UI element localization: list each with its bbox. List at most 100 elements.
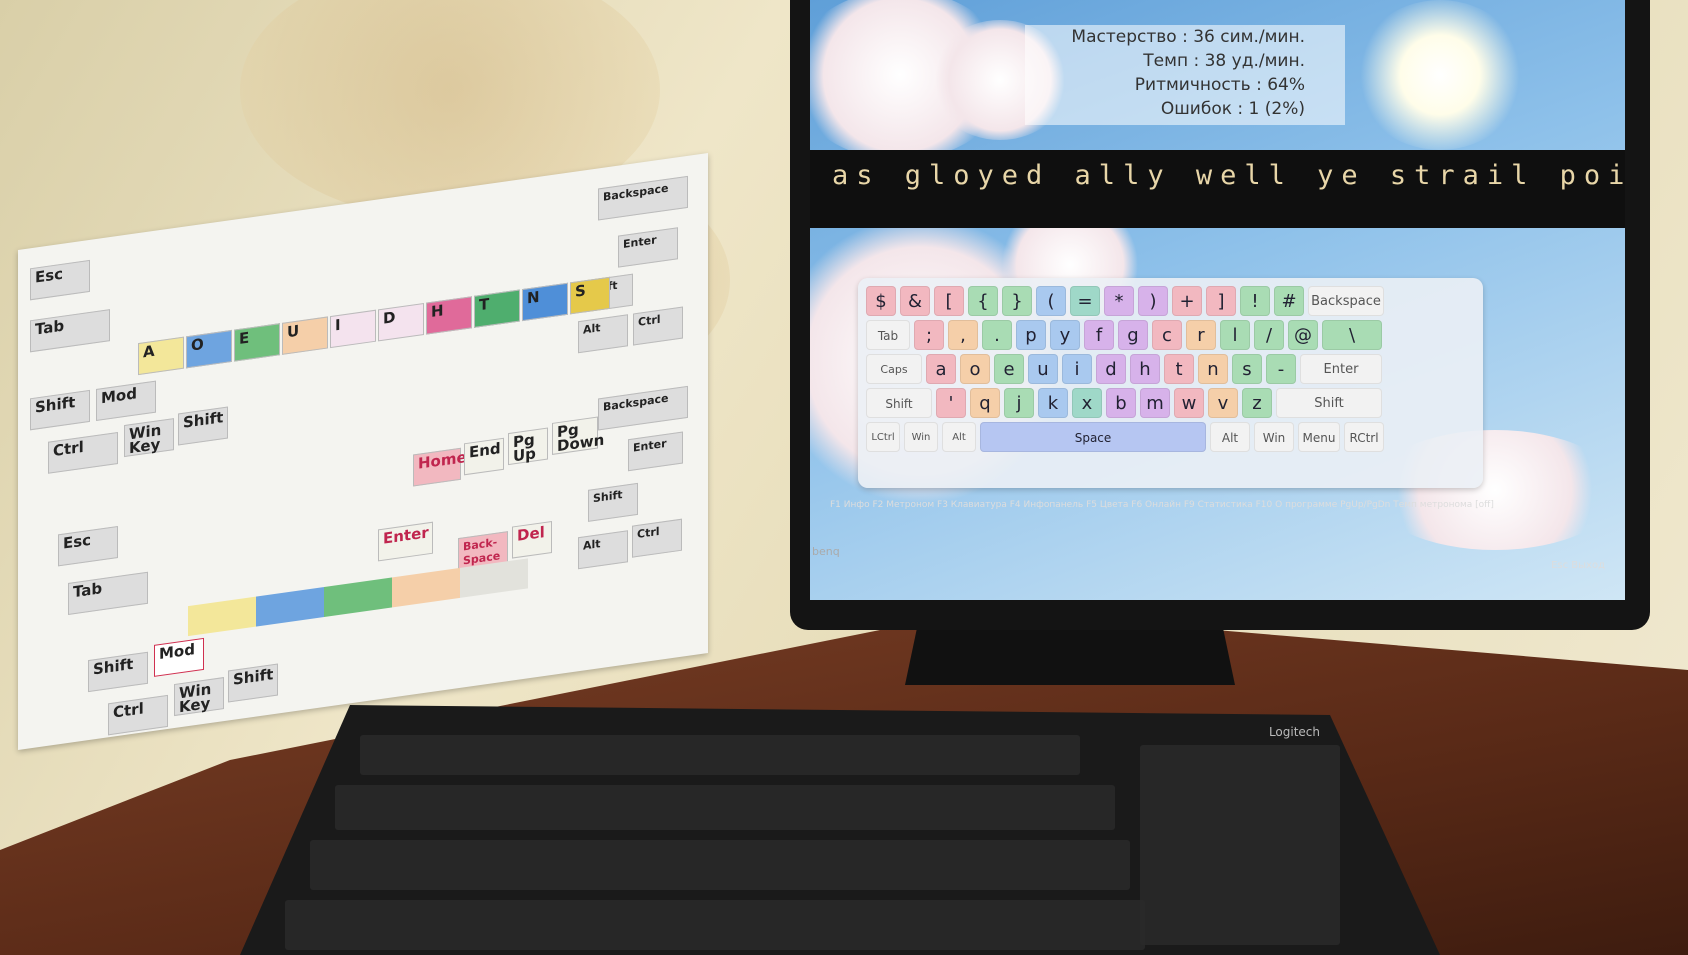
typing-trainer-screen: Мастерство : 36 сим./мин. Темп : 38 уд./… bbox=[810, 0, 1625, 600]
vkey-lctrl: LCtrl bbox=[866, 422, 900, 452]
chart-home-key: H bbox=[426, 296, 472, 335]
stat-mastery: Мастерство : 36 сим./мин. bbox=[1071, 27, 1305, 47]
chart-key: Tab bbox=[68, 571, 148, 615]
chart-home-key: I bbox=[330, 309, 376, 349]
chart-key: Alt bbox=[578, 530, 628, 570]
keyboard-brand-logo: Logitech bbox=[1268, 725, 1320, 739]
chart-home-key: S bbox=[570, 276, 610, 315]
vkey: p bbox=[1016, 320, 1046, 350]
vkey: t bbox=[1164, 354, 1194, 384]
vkey-shift-left: Shift bbox=[866, 388, 932, 418]
chart-home-key: O bbox=[186, 329, 232, 369]
chart-key: Alt bbox=[578, 314, 628, 354]
keyboard-key-block bbox=[360, 735, 1080, 775]
vkey: = bbox=[1070, 286, 1100, 316]
vkey: r bbox=[1186, 320, 1216, 350]
keyboard-key-block bbox=[335, 785, 1115, 830]
vkey: m bbox=[1140, 388, 1170, 418]
vkey: ) bbox=[1138, 286, 1168, 316]
vkey: e bbox=[994, 354, 1024, 384]
vkey-enter: Enter bbox=[1300, 354, 1382, 384]
chart-key: Shift bbox=[178, 406, 228, 446]
monitor: Мастерство : 36 сим./мин. Темп : 38 уд./… bbox=[790, 0, 1650, 630]
chart-key: End bbox=[464, 437, 504, 476]
chart-key: Del bbox=[512, 520, 552, 559]
vkey: { bbox=[968, 286, 998, 316]
vkey-backspace: Backspace bbox=[1308, 286, 1384, 316]
stat-tempo: Темп : 38 уд./мин. bbox=[1143, 51, 1305, 71]
sun bbox=[1355, 0, 1525, 150]
chart-home-key: E bbox=[234, 323, 280, 362]
monitor-brand-logo: benq bbox=[812, 545, 840, 558]
vkey-space: Space bbox=[980, 422, 1206, 452]
vkey: s bbox=[1232, 354, 1262, 384]
chart-key: Shift bbox=[228, 663, 278, 703]
vkey: i bbox=[1062, 354, 1092, 384]
chart-key: Backspace bbox=[598, 385, 688, 431]
chart-key: Esc bbox=[58, 525, 118, 567]
chart-key: Tab bbox=[30, 309, 110, 353]
vkey: n bbox=[1198, 354, 1228, 384]
stats-panel: Мастерство : 36 сим./мин. Темп : 38 уд./… bbox=[1025, 25, 1345, 125]
chart-key: Home bbox=[413, 447, 467, 487]
vkey: b bbox=[1106, 388, 1136, 418]
vkey: f bbox=[1084, 320, 1114, 350]
vkey: & bbox=[900, 286, 930, 316]
chart-color-strip bbox=[188, 558, 528, 637]
function-key-bar: F1 Инфо F2 Метроном F3 Клавиатура F4 Инф… bbox=[830, 500, 1494, 510]
vkey-win-left: Win bbox=[904, 422, 938, 452]
vkey-menu: Menu bbox=[1298, 422, 1340, 452]
vkey: ( bbox=[1036, 286, 1066, 316]
esc-exit-label: Esc Выход bbox=[1551, 560, 1605, 571]
stat-errors: Ошибок : 1 (2%) bbox=[1160, 99, 1305, 119]
vkey: l bbox=[1220, 320, 1250, 350]
stat-rhythm: Ритмичность : 64% bbox=[1134, 75, 1305, 95]
chart-key: Enter bbox=[378, 521, 433, 562]
chart-key: Win Key bbox=[174, 677, 224, 716]
chart-home-key: U bbox=[282, 316, 328, 355]
vkey: c bbox=[1152, 320, 1182, 350]
chart-home-key: A bbox=[138, 336, 184, 376]
vkey: z bbox=[1242, 388, 1272, 418]
chart-key: Shift bbox=[588, 482, 638, 522]
chart-key: Win Key bbox=[124, 418, 174, 457]
vkey: u bbox=[1028, 354, 1058, 384]
vkey: j bbox=[1004, 388, 1034, 418]
vkey-rctrl: RCtrl bbox=[1344, 422, 1384, 452]
vkey: } bbox=[1002, 286, 1032, 316]
vkey: [ bbox=[934, 286, 964, 316]
typing-text-line: as gloyed ally well ye strail pointo bbox=[810, 150, 1625, 228]
chart-home-key: N bbox=[522, 282, 568, 322]
chart-key: Enter bbox=[628, 431, 683, 472]
vkey: , bbox=[948, 320, 978, 350]
chart-key: Shift bbox=[88, 651, 148, 693]
vkey: v bbox=[1208, 388, 1238, 418]
vkey: # bbox=[1274, 286, 1304, 316]
vkey-tab: Tab bbox=[866, 320, 910, 350]
vkey: \ bbox=[1322, 320, 1382, 350]
physical-keyboard: Logitech bbox=[240, 705, 1440, 955]
vkey: ! bbox=[1240, 286, 1270, 316]
vkey: y bbox=[1050, 320, 1080, 350]
vkey: @ bbox=[1288, 320, 1318, 350]
vkey: w bbox=[1174, 388, 1204, 418]
chart-home-key: D bbox=[378, 302, 424, 342]
vkey: - bbox=[1266, 354, 1296, 384]
keyboard-layout-chart: Esc Tab Shift Mod Ctrl Win Key Shift Bac… bbox=[18, 153, 708, 750]
vkey-shift-right: Shift bbox=[1276, 388, 1382, 418]
vkey: h bbox=[1130, 354, 1160, 384]
chart-home-key: T bbox=[474, 289, 520, 328]
vkey: g bbox=[1118, 320, 1148, 350]
chart-key: Mod bbox=[96, 380, 156, 422]
keyboard-numpad bbox=[1140, 745, 1340, 945]
virtual-keyboard: $ & [ { } ( = * ) + ] ! # Backspace Tab … bbox=[858, 278, 1483, 488]
chart-key: Ctrl bbox=[48, 431, 118, 474]
chart-key: Ctrl bbox=[632, 518, 682, 558]
vkey-win-right: Win bbox=[1254, 422, 1294, 452]
vkey: ' bbox=[936, 388, 966, 418]
vkey: ; bbox=[914, 320, 944, 350]
chart-key: Pg Down bbox=[552, 416, 604, 455]
vkey: x bbox=[1072, 388, 1102, 418]
vkey: / bbox=[1254, 320, 1284, 350]
chart-key: Ctrl bbox=[633, 306, 683, 346]
